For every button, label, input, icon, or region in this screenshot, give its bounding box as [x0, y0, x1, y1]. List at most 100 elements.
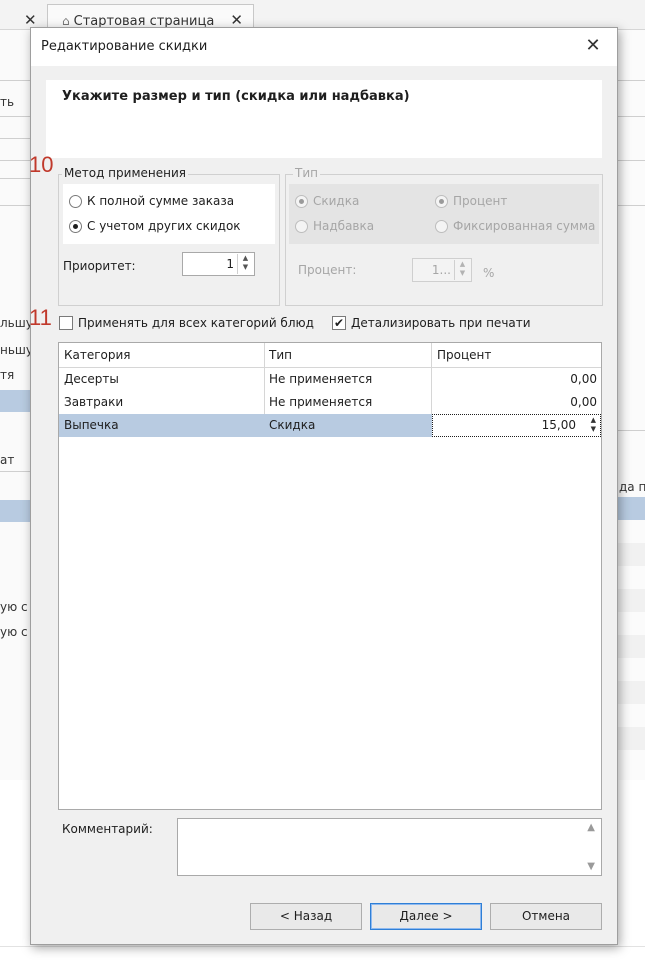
table-header: Категория Тип Процент [59, 343, 601, 368]
background-text: ньшу [0, 343, 33, 357]
background-text: ат [0, 453, 15, 467]
priority-label: Приоритет: [63, 259, 136, 273]
radio-label: Скидка [313, 194, 360, 208]
background-selected-row [0, 500, 30, 522]
annotation-marker: 11 [29, 305, 52, 330]
next-button[interactable]: Далее > [370, 903, 482, 930]
background-text: да пе [619, 480, 645, 494]
column-header-type[interactable]: Тип [269, 348, 292, 362]
home-icon: ⌂ [62, 14, 70, 28]
comment-textarea[interactable]: ▲ ▼ [177, 818, 602, 876]
background-row [617, 727, 645, 750]
method-group-label: Метод применения [62, 166, 188, 180]
radio-full-order-sum[interactable]: К полной сумме заказа [69, 194, 234, 208]
background-left-panel: ть льшу ньшу тя ат ую с ую с [0, 30, 33, 780]
radio-with-other-discounts[interactable]: С учетом других скидок [69, 219, 241, 233]
divider [617, 116, 645, 117]
dialog-header-text: Укажите размер и тип (скидка или надбавк… [62, 89, 410, 104]
radio-fixed-sum[interactable]: Фиксированная сумма [435, 219, 595, 233]
dialog-titlebar: Редактирование скидки ✕ [31, 28, 617, 66]
priority-stepper[interactable]: 1 ▲ ▼ [182, 252, 255, 276]
scroll-up-icon[interactable]: ▲ [587, 822, 595, 833]
column-header-category[interactable]: Категория [64, 348, 131, 362]
background-selected-row [617, 497, 645, 520]
background-row [617, 589, 645, 612]
percent-label: Процент: [298, 263, 357, 277]
divider [617, 80, 645, 81]
cell-category: Выпечка [64, 418, 119, 432]
type-group-label: Тип [293, 166, 320, 180]
back-button[interactable]: < Назад [250, 903, 362, 930]
cell-type: Не применяется [269, 395, 373, 409]
column-header-percent[interactable]: Процент [437, 348, 491, 362]
radio-discount[interactable]: Скидка [295, 194, 359, 208]
spin-arrows-icon[interactable]: ▲ ▼ [454, 260, 470, 280]
cell-type: Не применяется [269, 372, 373, 386]
edit-discount-dialog: Редактирование скидки ✕ Укажите размер и… [29, 27, 618, 945]
type-options-panel [289, 184, 599, 244]
percent-value: 1... [431, 263, 451, 277]
table-row[interactable]: Завтраки Не применяется 0,00 [59, 391, 601, 414]
cell-category: Десерты [64, 372, 119, 386]
category-table[interactable]: Категория Тип Процент Десерты Не применя… [58, 342, 602, 810]
divider [0, 116, 30, 117]
background-text: ую с [0, 625, 28, 639]
divider [0, 178, 30, 179]
close-icon[interactable]: ✕ [581, 34, 605, 58]
radio-button-off [69, 194, 82, 208]
divider [0, 205, 30, 206]
background-text: ть [0, 95, 15, 109]
cell-percent: 0,00 [570, 372, 597, 386]
divider [617, 160, 645, 161]
background-selected-row [0, 390, 30, 412]
radio-label: С учетом других скидок [87, 219, 241, 233]
background-text: ую с [0, 600, 28, 614]
divider [617, 205, 645, 206]
divider [617, 430, 645, 431]
cell-type: Скидка [269, 418, 316, 432]
percent-unit: % [483, 266, 495, 280]
divider [0, 80, 30, 81]
comment-label: Комментарий: [62, 822, 153, 836]
checkbox-label: Детализировать при печати [351, 316, 531, 330]
table-row[interactable]: Десерты Не применяется 0,00 [59, 368, 601, 391]
detail-print-checkbox[interactable]: ✔ Детализировать при печати [332, 316, 531, 330]
radio-label: К полной сумме заказа [87, 194, 235, 208]
divider [0, 946, 645, 947]
background-row [617, 635, 645, 658]
dialog-header-panel: Укажите размер и тип (скидка или надбавк… [46, 80, 602, 158]
checkbox-unchecked [59, 316, 73, 330]
cell-category: Завтраки [64, 395, 124, 409]
method-options-panel [63, 184, 275, 244]
background-tab-bar: ✕ ⌂ Стартовая страница ✕ [0, 0, 645, 30]
spin-arrows-icon[interactable]: ▲ ▼ [237, 254, 253, 274]
radio-percent[interactable]: Процент [435, 194, 507, 208]
cell-percent: 0,00 [570, 395, 597, 409]
percent-cell-editor[interactable]: 15,00 ▲ ▼ [432, 414, 601, 437]
apply-all-categories-checkbox[interactable]: Применять для всех категорий блюд [59, 316, 314, 330]
divider [0, 471, 30, 472]
background-row [617, 543, 645, 566]
background-text: льшу [0, 316, 33, 330]
table-row-selected[interactable]: Выпечка Скидка 15,00 ▲ ▼ [59, 414, 601, 437]
radio-button-off [435, 219, 448, 233]
background-text: тя [0, 368, 15, 382]
radio-button-on [435, 194, 448, 208]
checkbox-label: Применять для всех категорий блюд [78, 316, 314, 330]
divider [0, 138, 30, 139]
annotation-marker: 10 [29, 152, 54, 177]
radio-markup[interactable]: Надбавка [295, 219, 374, 233]
cancel-button[interactable]: Отмена [490, 903, 602, 930]
background-row [617, 681, 645, 704]
spin-arrows-icon[interactable]: ▲ ▼ [591, 416, 596, 434]
background-right-panel: да пе [617, 30, 645, 780]
radio-button-off [295, 219, 308, 233]
percent-edit-value: 15,00 [541, 418, 576, 432]
percent-stepper[interactable]: 1... ▲ ▼ [412, 258, 472, 282]
radio-label: Фиксированная сумма [453, 219, 596, 233]
radio-button-on [69, 219, 82, 233]
divider [0, 160, 30, 161]
checkmark-icon: ✔ [332, 316, 346, 330]
radio-label: Надбавка [313, 219, 375, 233]
scroll-down-icon[interactable]: ▼ [587, 861, 595, 872]
